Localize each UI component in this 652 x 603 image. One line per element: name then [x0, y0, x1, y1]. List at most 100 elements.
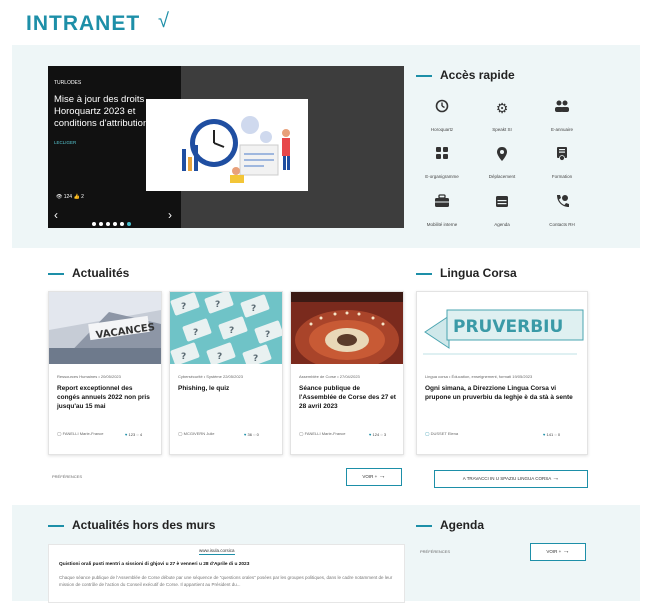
- carousel-prev-button[interactable]: ‹: [54, 208, 58, 222]
- carousel-dot[interactable]: [113, 222, 117, 226]
- briefcase-icon: [412, 194, 472, 212]
- agenda-see-more-button[interactable]: VOIR + →: [530, 543, 586, 561]
- carousel-dot[interactable]: [106, 222, 110, 226]
- carousel-likes: 2: [81, 194, 84, 200]
- carousel-dots[interactable]: [92, 213, 134, 228]
- heart-icon: ♥: [369, 432, 372, 437]
- section-dash: [416, 524, 432, 527]
- carousel-views: 124: [63, 194, 73, 200]
- card-image-assemblee: [291, 292, 403, 364]
- quick-item-mobilite[interactable]: Mobilité interne: [412, 194, 472, 227]
- phone-icon: [532, 194, 592, 212]
- card-stats: ♥ 124 ◌ 3: [369, 432, 387, 437]
- avatar-icon: ◯: [178, 431, 183, 436]
- carousel-next-button[interactable]: ›: [168, 208, 172, 222]
- svg-text:?: ?: [251, 304, 256, 314]
- header: INTRANET √: [0, 0, 652, 42]
- carousel-dot[interactable]: [99, 222, 103, 226]
- logo-mark-icon: √: [158, 10, 169, 32]
- comment-icon: ◌: [554, 432, 557, 437]
- avatar-icon: ◯: [299, 431, 304, 436]
- banner-text: PRUVERBIU: [453, 317, 563, 337]
- card-title[interactable]: Phishing, le quiz: [178, 384, 276, 393]
- lingua-space-button[interactable]: A TRAVACCI IN U SPAZIU LINGUA CORSA →: [434, 470, 588, 488]
- svg-text:?: ?: [181, 302, 186, 312]
- section-dash: [48, 524, 64, 527]
- comment-icon: ◌: [136, 432, 139, 437]
- lingua-meta: Lingua corsa • Éducation, enseignement, …: [425, 374, 533, 379]
- quick-item-deplacement[interactable]: Déplacement: [472, 146, 532, 179]
- lingua-author: ◯ DUSSET Elena: [425, 431, 459, 436]
- carousel-category: TURLODES: [54, 80, 82, 86]
- card-meta: Assemblée de Corse • 27/04/2023: [299, 374, 360, 379]
- quick-item-label: Déplacement: [488, 174, 516, 179]
- svg-text:?: ?: [253, 354, 258, 364]
- card-title[interactable]: Séance publique de l'Assemblée de Corse …: [299, 384, 397, 411]
- card-stats: ♥ 123 ◌ 4: [125, 432, 143, 437]
- intranet-logo[interactable]: INTRANET: [26, 12, 140, 36]
- heart-icon: ♥: [543, 432, 546, 437]
- thumb-icon: 👍: [73, 194, 80, 200]
- quick-item-label: Agenda: [494, 222, 510, 227]
- carousel-stats: 👁 124 👍 2: [56, 194, 84, 200]
- lingua-card[interactable]: PRUVERBIU Lingua corsa • Éducation, ense…: [416, 291, 588, 455]
- carousel-title[interactable]: Mise à jour des droits Horoquartz 2023 e…: [54, 94, 178, 130]
- news-card[interactable]: VACANCES Ressources Humaines • 20/05/202…: [48, 291, 162, 455]
- quick-item-label: Formation: [551, 174, 573, 179]
- quick-item-organigramme[interactable]: E-organigramme: [412, 146, 472, 179]
- news-preferences-link[interactable]: PRÉFÉRENCES: [52, 474, 82, 479]
- svg-text:?: ?: [193, 328, 198, 338]
- news-title: Actualités: [48, 266, 129, 280]
- location-icon: [472, 146, 532, 164]
- svg-text:?: ?: [215, 300, 220, 310]
- quick-item-formation[interactable]: Formation: [532, 146, 592, 179]
- quick-item-label: Mobilité interne: [426, 222, 458, 227]
- news-card[interactable]: ??? ??? ??? Cybersécurité • Système 22/0…: [169, 291, 283, 455]
- outside-news-source[interactable]: www.isula.corsica: [199, 548, 235, 555]
- heart-icon: ♥: [244, 432, 247, 437]
- quick-item-speakt[interactable]: ⚙ Speakt SI: [472, 99, 532, 132]
- card-stats: ♥ 36 ◌ 0: [244, 432, 259, 437]
- quick-item-label: Speakt SI: [492, 127, 512, 132]
- quick-item-label: Horoquartz: [430, 127, 454, 132]
- svg-text:?: ?: [229, 326, 234, 336]
- arrow-right-icon: →: [552, 475, 560, 482]
- news-carousel[interactable]: TURLODES Mise à jour des droits Horoquar…: [48, 66, 404, 228]
- quick-item-horoquartz[interactable]: Horoquartz: [412, 99, 472, 132]
- arrow-right-icon: →: [378, 473, 386, 480]
- quick-item-annuaire[interactable]: E-annuaire: [532, 99, 592, 132]
- card-author: ◯ FANELLI Marie-France: [299, 431, 346, 436]
- lingua-card-title[interactable]: Ogni simana, a Direzzione Lingua Corsa v…: [425, 384, 577, 402]
- svg-text:?: ?: [265, 330, 270, 340]
- news-see-more-button[interactable]: VOIR + →: [346, 468, 402, 486]
- quick-item-contacts-rh[interactable]: Contacts RH: [532, 194, 592, 227]
- carousel-link[interactable]: LECLIGER: [54, 140, 76, 145]
- card-title[interactable]: Report exceptionnel des congés annuels 2…: [57, 384, 155, 411]
- quick-item-label: E-annuaire: [550, 127, 573, 132]
- outside-news-headline[interactable]: Quistioni orali pusti mentri a sissioni …: [59, 562, 394, 567]
- clock-icon: [412, 99, 472, 117]
- card-meta: Ressources Humaines • 20/05/2023: [57, 374, 121, 379]
- carousel-dot[interactable]: [92, 222, 96, 226]
- agenda-title: Agenda: [416, 518, 484, 532]
- carousel-dot-active[interactable]: [127, 222, 131, 226]
- card-meta: Cybersécurité • Système 22/05/2023: [178, 374, 243, 379]
- outside-news-title: Actualités hors des murs: [48, 518, 215, 532]
- heart-icon: ♥: [125, 432, 128, 437]
- section-dash: [416, 272, 432, 275]
- card-image-vacances: VACANCES: [49, 292, 161, 364]
- news-card[interactable]: Assemblée de Corse • 27/04/2023 Séance p…: [290, 291, 404, 455]
- card-image-pruverbiu: PRUVERBIU: [417, 292, 587, 364]
- section-dash: [416, 74, 432, 77]
- agenda-preferences-link[interactable]: PRÉFÉRENCES: [420, 549, 450, 554]
- comment-icon: ◌: [253, 432, 256, 437]
- carousel-dot[interactable]: [120, 222, 124, 226]
- svg-text:?: ?: [181, 352, 186, 362]
- quick-item-agenda[interactable]: Agenda: [472, 194, 532, 227]
- people-icon: [532, 99, 592, 117]
- comment-icon: ◌: [380, 432, 383, 437]
- svg-text:?: ?: [217, 352, 222, 362]
- card-author: ◯ MCGIVERN Julie: [178, 431, 215, 436]
- card-image-quiz: ??? ??? ???: [170, 292, 282, 364]
- outside-news-card[interactable]: www.isula.corsica Quistioni orali pusti …: [48, 544, 405, 603]
